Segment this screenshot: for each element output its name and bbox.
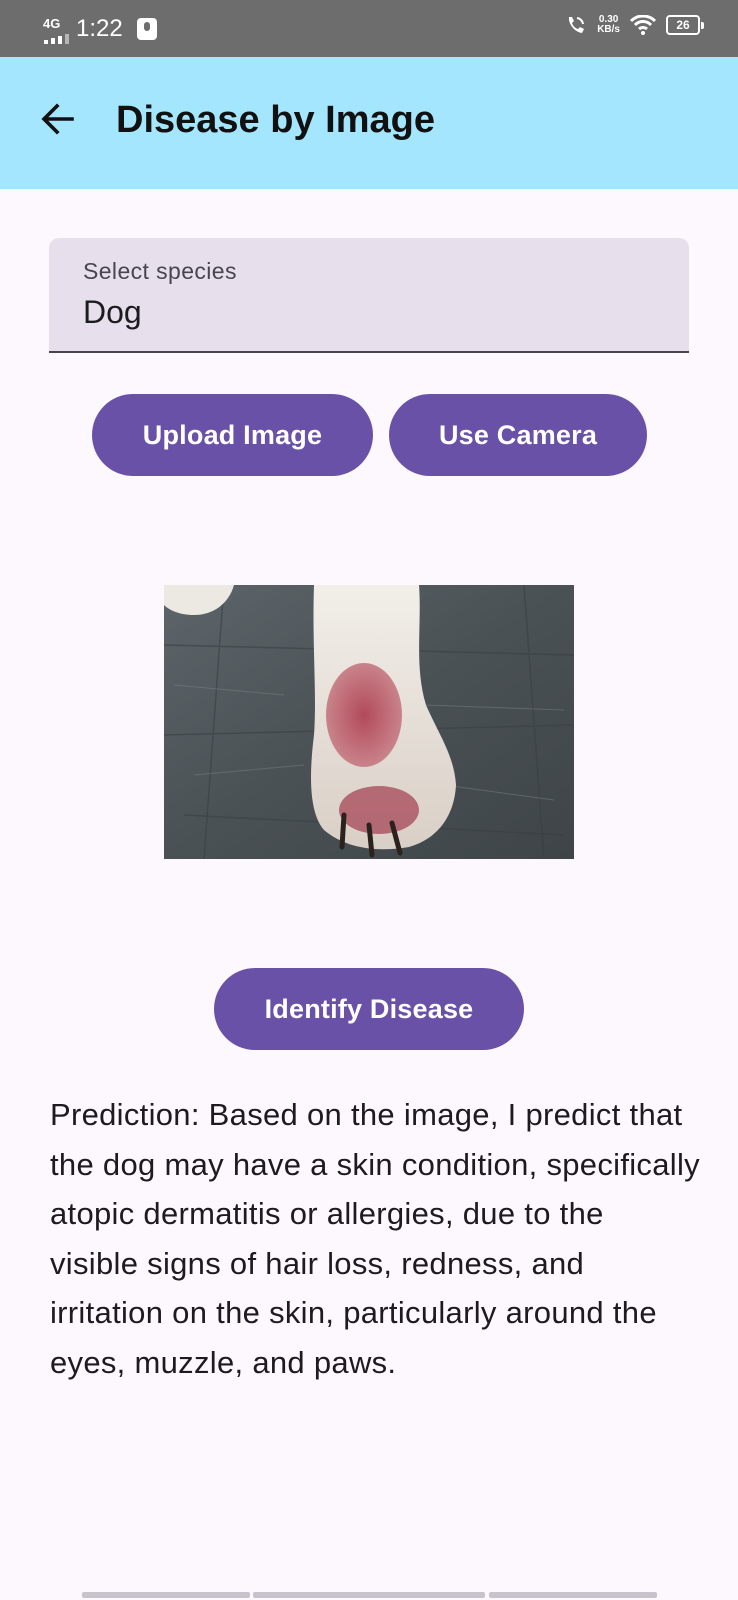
dog-paw-photo [164, 585, 574, 859]
arrow-left-icon [41, 103, 74, 135]
species-value: Dog [83, 294, 142, 330]
network-type: 4G [43, 16, 61, 31]
battery-level: 26 [676, 18, 690, 32]
speed-unit: KB/s [597, 24, 620, 35]
clock: 1:22 [76, 15, 123, 42]
network-speed: 0.30 KB/s [597, 15, 620, 35]
species-label: Select species [83, 258, 237, 284]
selected-image [164, 585, 574, 859]
upload-image-button[interactable]: Upload Image [92, 394, 373, 476]
recorder-icon [136, 18, 157, 40]
use-camera-button[interactable]: Use Camera [389, 394, 647, 476]
nav-indicator-left [82, 1592, 250, 1598]
back-button[interactable] [32, 93, 84, 145]
signal-icon: 4G [40, 14, 74, 44]
nav-indicator-center [253, 1592, 485, 1598]
battery-icon: 26 [666, 15, 704, 35]
wifi-icon [630, 15, 656, 35]
wifi-call-icon [569, 17, 585, 33]
nav-indicator-right [489, 1592, 657, 1598]
app-bar: Disease by Image [0, 57, 738, 189]
prediction-text: Prediction: Based on the image, I predic… [50, 1097, 700, 1380]
species-dropdown[interactable]: Select species Dog [49, 238, 689, 353]
status-bar: 4G 1:22 0.30 KB/s 26 [0, 0, 738, 57]
page-title: Disease by Image [116, 99, 435, 141]
identify-disease-button[interactable]: Identify Disease [214, 968, 524, 1050]
